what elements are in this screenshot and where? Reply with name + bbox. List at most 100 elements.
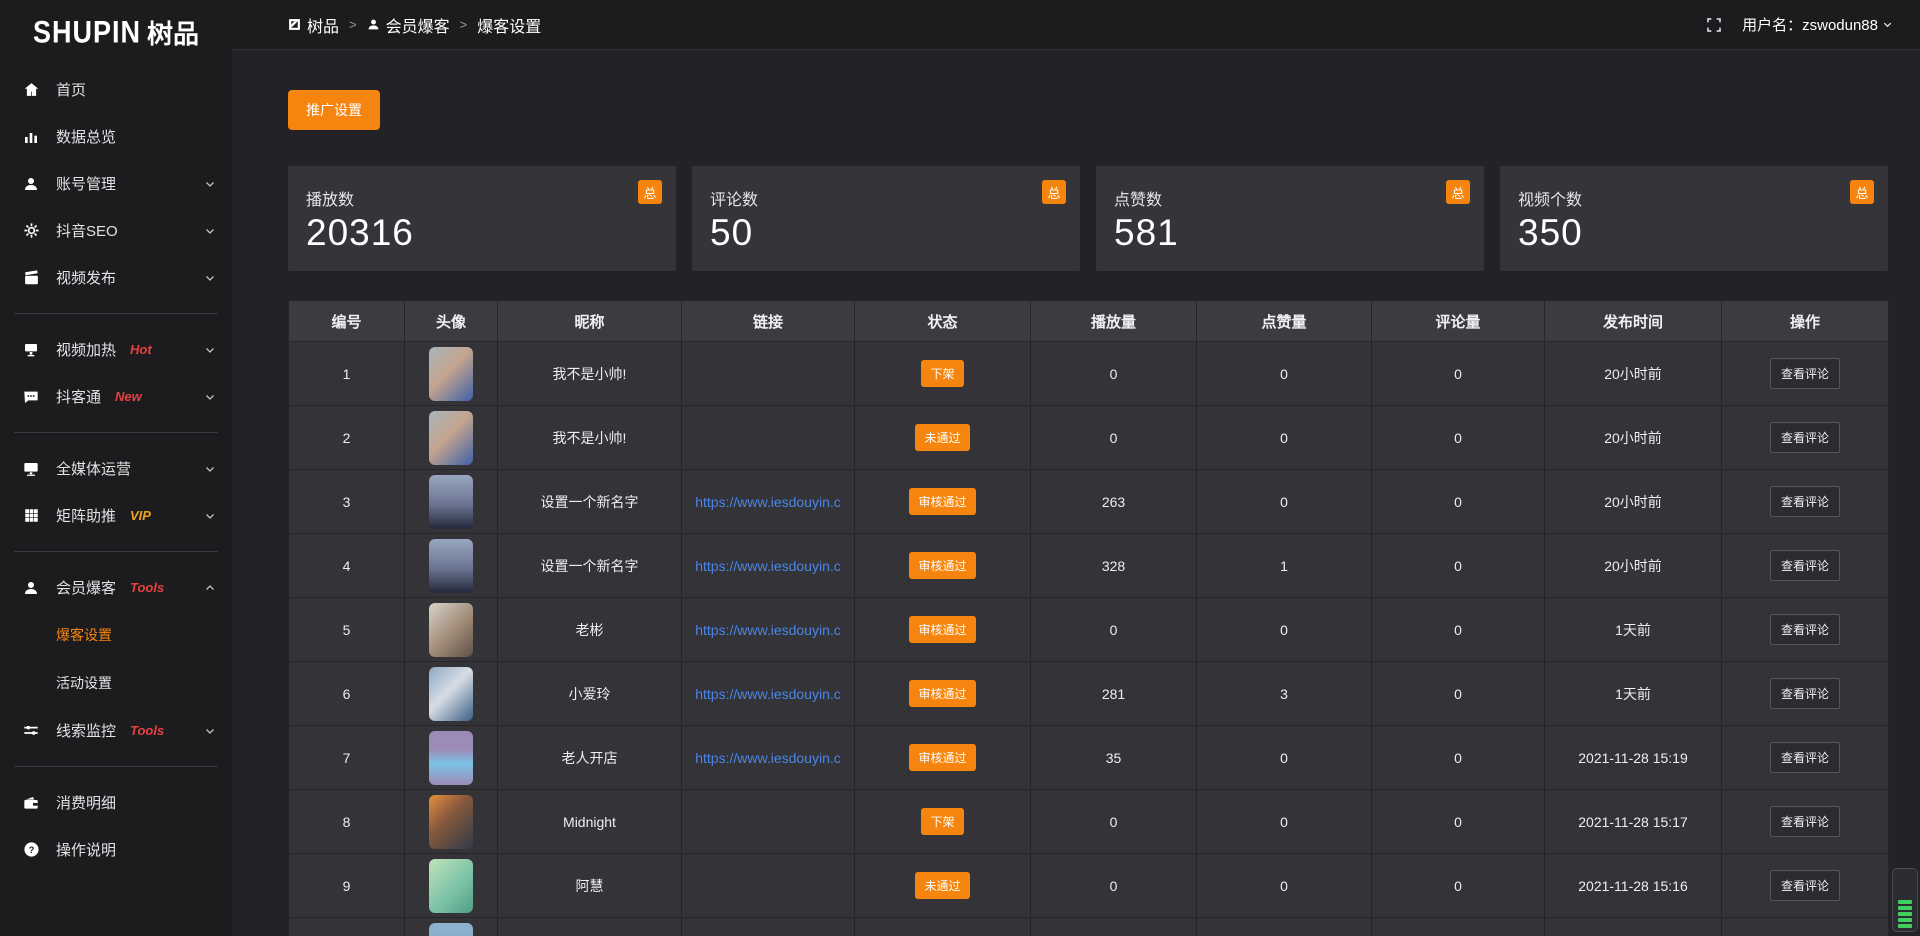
- view-comments-button[interactable]: 查看评论: [1770, 358, 1840, 389]
- chevron-down-icon: [204, 463, 216, 475]
- stat-cards: 播放数 20316 总 评论数 50 总 点赞数 581 总 视频个数 350 …: [288, 166, 1889, 271]
- bar-chart-icon: [22, 128, 40, 146]
- video-link[interactable]: https://www.iesdouyin.c: [682, 558, 854, 574]
- sidebar-item-label: 操作说明: [56, 839, 116, 860]
- chevron-down-icon: [204, 272, 216, 284]
- col-publish-time: 发布时间: [1545, 301, 1722, 342]
- table-header-row: 编号 头像 昵称 链接 状态 播放量 点赞量 评论量 发布时间 操作: [289, 301, 1889, 342]
- sidebar-subitem-baoke-settings[interactable]: 爆客设置: [0, 611, 232, 659]
- new-tag: New: [115, 389, 142, 404]
- sliders-icon: [22, 722, 40, 740]
- table-row: 2 我不是小帅! 未通过 0 0 0 20小时前 查看评论: [289, 406, 1889, 470]
- app-logo: SHUPIN 树品: [0, 0, 232, 56]
- sidebar-item-label: 数据总览: [56, 126, 116, 147]
- stat-label: 视频个数: [1518, 186, 1870, 210]
- total-badge: 总: [638, 180, 662, 204]
- sidebar-item-video-heat[interactable]: 视频加热 Hot: [0, 326, 232, 373]
- heat-screen-icon: [22, 341, 40, 359]
- fullscreen-icon[interactable]: [1706, 17, 1722, 33]
- stat-label: 点赞数: [1114, 186, 1466, 210]
- total-badge: 总: [1850, 180, 1874, 204]
- help-circle-icon: ?: [22, 841, 40, 859]
- video-link[interactable]: https://www.iesdouyin.c: [682, 686, 854, 702]
- avatar: [429, 859, 473, 913]
- nickname: 我不是小帅!: [498, 342, 682, 406]
- avatar: [429, 923, 473, 936]
- breadcrumb-label: 会员爆客: [386, 13, 450, 37]
- video-link[interactable]: https://www.iesdouyin.c: [682, 622, 854, 638]
- sidebar-item-label: 全媒体运营: [56, 458, 131, 479]
- sidebar-item-spending-detail[interactable]: 消费明细: [0, 779, 232, 826]
- status-badge: 未通过: [915, 872, 969, 899]
- breadcrumb-current: 爆客设置: [477, 13, 541, 37]
- avatar: [429, 603, 473, 657]
- sidebar-item-data-overview[interactable]: 数据总览: [0, 113, 232, 160]
- breadcrumb-member-baoke[interactable]: 会员爆客: [367, 13, 450, 37]
- sidebar-item-label: 消费明细: [56, 792, 116, 813]
- chevron-down-icon: [204, 344, 216, 356]
- sidebar-item-member-baoke[interactable]: 会员爆客 Tools: [0, 564, 232, 611]
- promo-settings-button[interactable]: 推广设置: [288, 90, 380, 130]
- topbar: 树品 > 会员爆客 > 爆客设置 用户名：zswodun88: [232, 0, 1920, 50]
- sidebar-item-home[interactable]: 首页: [0, 66, 232, 113]
- view-comments-button[interactable]: 查看评论: [1770, 806, 1840, 837]
- chevron-down-icon: [1882, 19, 1893, 30]
- sidebar-item-label: 账号管理: [56, 173, 116, 194]
- avatar: [429, 731, 473, 785]
- view-comments-button[interactable]: 查看评论: [1770, 614, 1840, 645]
- sidebar-divider: [14, 432, 218, 433]
- sidebar-item-label: 抖客通: [56, 386, 101, 407]
- user-area: 用户名：zswodun88: [1706, 14, 1893, 35]
- breadcrumb: 树品 > 会员爆客 > 爆客设置: [288, 13, 541, 37]
- sidebar-item-instructions[interactable]: ? 操作说明: [0, 826, 232, 873]
- avatar: [429, 539, 473, 593]
- sidebar-item-doukestong[interactable]: 抖客通 New: [0, 373, 232, 420]
- logo-text-cn: 树品: [147, 14, 199, 51]
- sidebar-subitem-activity-settings[interactable]: 活动设置: [0, 659, 232, 707]
- stat-card-videos: 视频个数 350 总: [1500, 166, 1888, 271]
- total-badge: 总: [1042, 180, 1066, 204]
- col-plays: 播放量: [1031, 301, 1197, 342]
- stat-card-likes: 点赞数 581 总: [1096, 166, 1484, 271]
- avatar: [429, 411, 473, 465]
- view-comments-button[interactable]: 查看评论: [1770, 678, 1840, 709]
- clapperboard-icon: [22, 269, 40, 287]
- video-link[interactable]: https://www.iesdouyin.c: [682, 750, 854, 766]
- username-label: 用户名：zswodun88: [1742, 14, 1878, 35]
- table-row: 4 设置一个新名字 https://www.iesdouyin.c 审核通过 3…: [289, 534, 1889, 598]
- floating-meter-widget[interactable]: [1892, 868, 1918, 932]
- nickname: 设置一个新名字: [498, 470, 682, 534]
- stat-value: 350: [1518, 212, 1870, 254]
- username-menu[interactable]: 用户名：zswodun88: [1742, 14, 1893, 35]
- stat-label: 评论数: [710, 186, 1062, 210]
- video-link[interactable]: https://www.iesdouyin.c: [682, 494, 854, 510]
- gear-icon: [22, 222, 40, 240]
- view-comments-button[interactable]: 查看评论: [1770, 422, 1840, 453]
- avatar: [429, 347, 473, 401]
- view-comments-button[interactable]: 查看评论: [1770, 870, 1840, 901]
- nickname: 我不是小帅!: [498, 406, 682, 470]
- sidebar-item-label: 矩阵助推: [56, 505, 116, 526]
- view-comments-button[interactable]: 查看评论: [1770, 550, 1840, 581]
- subitem-label: 活动设置: [56, 673, 112, 693]
- breadcrumb-home[interactable]: 树品: [288, 13, 339, 37]
- sidebar-item-label: 视频加热: [56, 339, 116, 360]
- total-badge: 总: [1446, 180, 1470, 204]
- breadcrumb-label: 树品: [307, 13, 339, 37]
- view-comments-button[interactable]: 查看评论: [1770, 742, 1840, 773]
- table-row: 6 小爱玲 https://www.iesdouyin.c 审核通过 281 3…: [289, 662, 1889, 726]
- avatar: [429, 795, 473, 849]
- meter-bar: [1898, 918, 1912, 922]
- col-actions: 操作: [1722, 301, 1889, 342]
- breadcrumb-separator: >: [460, 17, 468, 32]
- sidebar-item-video-publish[interactable]: 视频发布: [0, 254, 232, 301]
- sidebar-item-douyin-seo[interactable]: 抖音SEO: [0, 207, 232, 254]
- view-comments-button[interactable]: 查看评论: [1770, 486, 1840, 517]
- stat-value: 581: [1114, 212, 1466, 254]
- table-row: 8 Midnight 下架 0 0 0 2021-11-28 15:17 查看评…: [289, 790, 1889, 854]
- avatar: [429, 667, 473, 721]
- sidebar-item-lead-monitor[interactable]: 线索监控 Tools: [0, 707, 232, 754]
- sidebar-item-account-mgmt[interactable]: 账号管理: [0, 160, 232, 207]
- sidebar-item-matrix-boost[interactable]: 矩阵助推 VIP: [0, 492, 232, 539]
- sidebar-item-omnimedia[interactable]: 全媒体运营: [0, 445, 232, 492]
